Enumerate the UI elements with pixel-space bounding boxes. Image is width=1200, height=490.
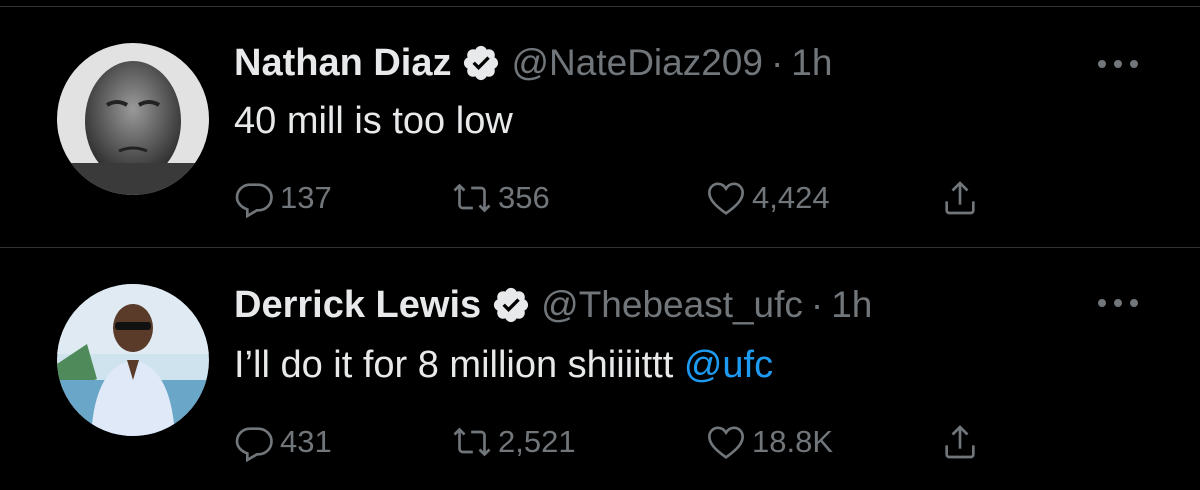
tweet-actions: 431 2,521 18.8K xyxy=(234,420,994,464)
retweet-count: 2,521 xyxy=(498,424,576,459)
tweet-header: Derrick Lewis @Thebeast_ufc · 1h xyxy=(234,280,872,330)
share-icon xyxy=(945,181,975,215)
reply-icon xyxy=(235,427,273,462)
display-name[interactable]: Derrick Lewis xyxy=(234,284,481,327)
reply-button[interactable]: 431 xyxy=(234,420,332,464)
timestamp[interactable]: 1h xyxy=(791,42,832,84)
retweet-button[interactable]: 356 xyxy=(452,176,550,220)
reply-count: 137 xyxy=(280,180,332,215)
reply-button[interactable]: 137 xyxy=(234,176,332,220)
retweet-button[interactable]: 2,521 xyxy=(452,420,576,464)
tweet-text: I’ll do it for 8 million shiiiittt @ufc xyxy=(234,344,773,387)
timestamp[interactable]: 1h xyxy=(831,284,872,326)
retweet-icon xyxy=(453,183,491,213)
like-button[interactable]: 4,424 xyxy=(706,176,830,220)
like-icon xyxy=(707,182,745,215)
handle[interactable]: @NateDiaz209 xyxy=(511,42,762,84)
tweet-text: 40 mill is too low xyxy=(234,100,513,142)
retweet-icon xyxy=(453,427,491,457)
tweet[interactable]: Nathan Diaz @NateDiaz209 · 1h 40 mill is… xyxy=(0,0,1200,240)
avatar[interactable] xyxy=(57,284,209,436)
separator: · xyxy=(810,284,824,325)
mention-link[interactable]: @ufc xyxy=(684,344,773,386)
like-button[interactable]: 18.8K xyxy=(706,420,833,464)
reply-icon xyxy=(235,183,273,218)
tweet-actions: 137 356 4,424 xyxy=(234,176,994,220)
more-icon[interactable] xyxy=(1098,297,1138,309)
tweet[interactable]: Derrick Lewis @Thebeast_ufc · 1h I’ll do… xyxy=(0,248,1200,488)
handle[interactable]: @Thebeast_ufc xyxy=(541,284,803,326)
display-name[interactable]: Nathan Diaz xyxy=(234,42,451,85)
share-button[interactable] xyxy=(940,176,980,220)
avatar[interactable] xyxy=(57,43,209,195)
separator: · xyxy=(770,42,784,83)
like-count: 18.8K xyxy=(752,424,834,459)
reply-count: 431 xyxy=(280,424,332,459)
like-icon xyxy=(707,426,745,459)
verified-badge-icon xyxy=(461,43,501,83)
more-icon[interactable] xyxy=(1098,58,1138,70)
like-count: 4,424 xyxy=(752,180,830,215)
share-icon xyxy=(945,425,975,459)
retweet-count: 356 xyxy=(498,180,550,215)
tweet-header: Nathan Diaz @NateDiaz209 · 1h xyxy=(234,38,832,88)
share-button[interactable] xyxy=(940,420,980,464)
verified-badge-icon xyxy=(491,285,531,325)
tweet-text-body: I’ll do it for 8 million shiiiittt xyxy=(234,344,684,386)
